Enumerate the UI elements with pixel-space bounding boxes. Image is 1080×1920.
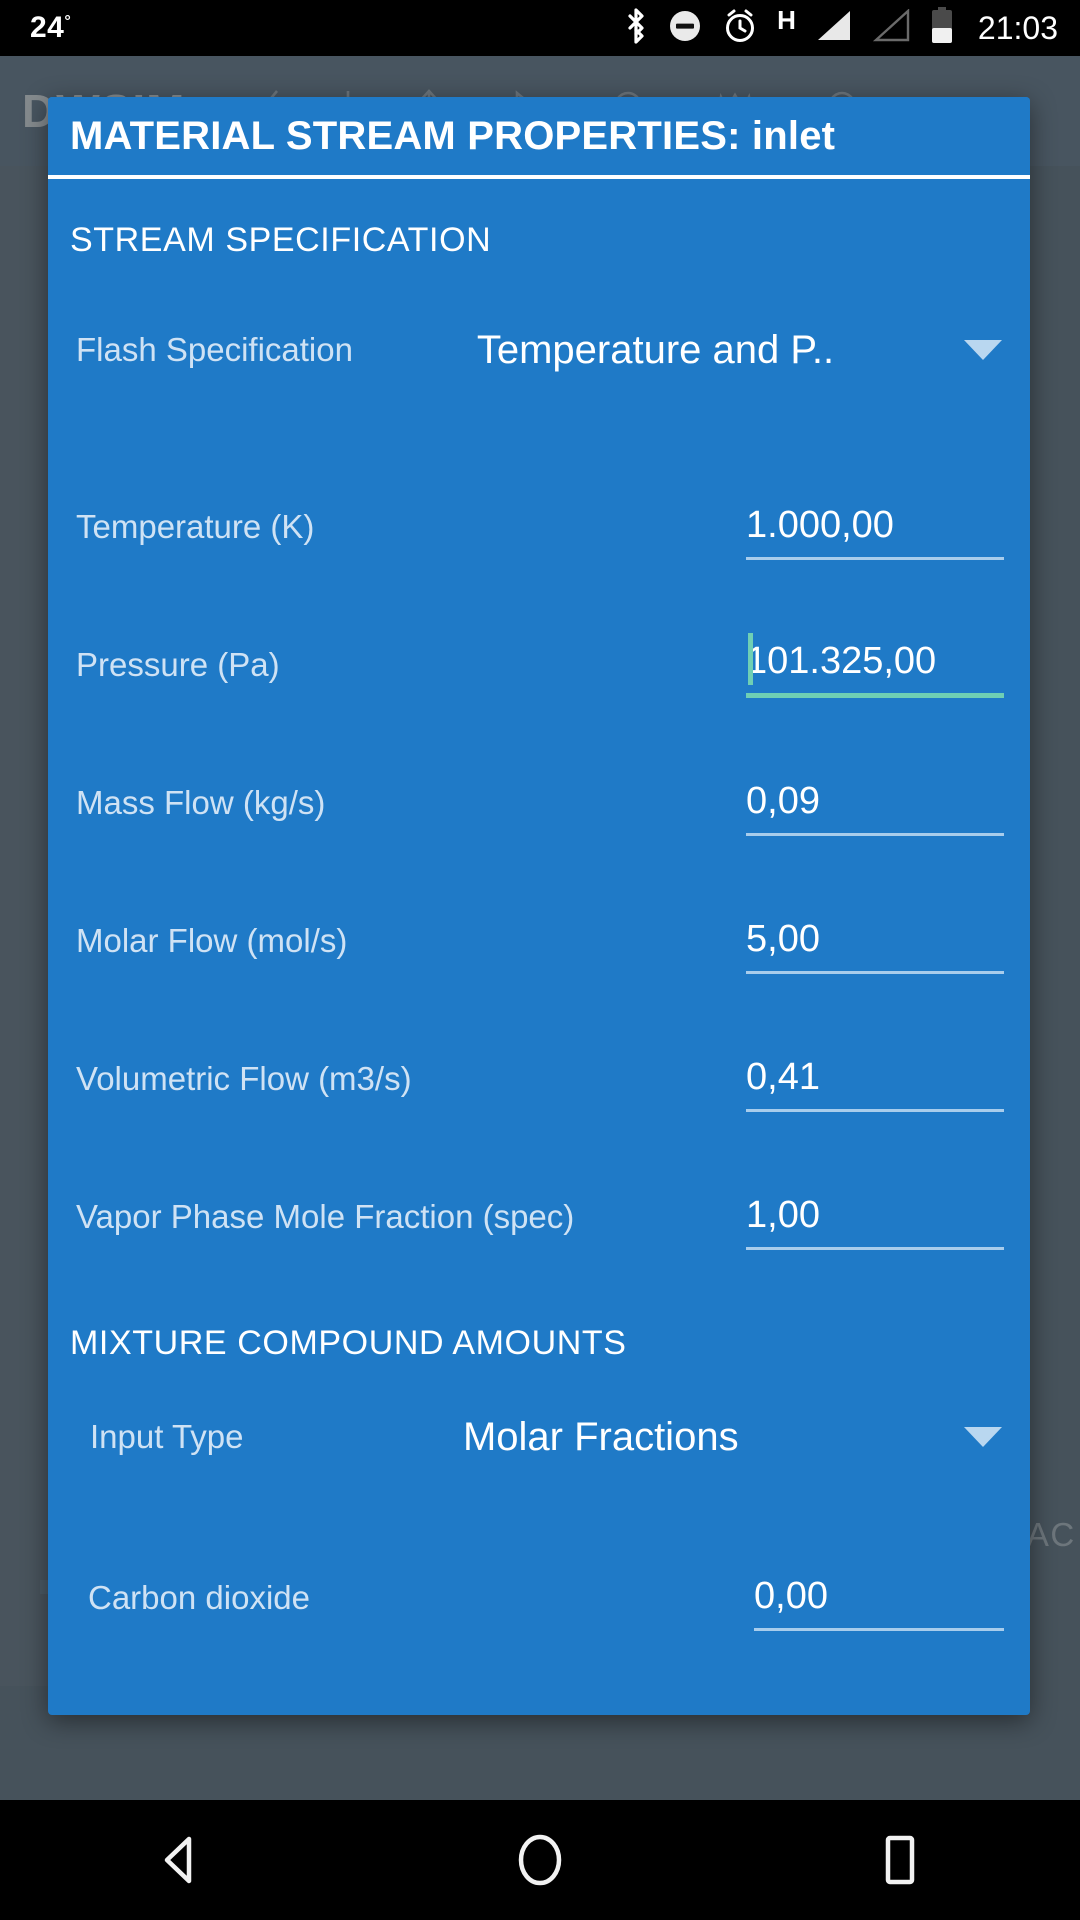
mass-flow-label: Mass Flow (kg/s): [76, 784, 326, 821]
compound-label-carbon-dioxide: Carbon dioxide: [88, 1579, 310, 1616]
pressure-label: Pressure (Pa): [76, 646, 280, 683]
signal-bar-icon: [814, 9, 854, 48]
do-not-disturb-icon: [667, 8, 703, 49]
status-bar: 24° H 21:03: [0, 0, 1080, 56]
bluetooth-icon: [623, 7, 649, 50]
flash-specification-row[interactable]: Flash Specification Temperature and P..: [48, 294, 1030, 406]
phone-screen: 24° H 21:03 MATERIAL STREAM PROPERTIES: …: [0, 0, 1080, 1920]
volumetric-flow-row[interactable]: Volumetric Flow (m3/s) 0,41: [48, 992, 1030, 1112]
input-type-row[interactable]: Input Type Molar Fractions: [48, 1381, 1030, 1493]
section-heading-stream-specification: STREAM SPECIFICATION: [70, 221, 492, 259]
volumetric-flow-value: 0,41: [746, 1056, 820, 1098]
chevron-down-icon[interactable]: [958, 337, 1004, 363]
back-triangle-icon[interactable]: [145, 1825, 215, 1895]
vapor-phase-mole-fraction-row[interactable]: Vapor Phase Mole Fraction (spec) 1,00: [48, 1130, 1030, 1250]
input-type-label: Input Type: [90, 1418, 244, 1455]
compound-input-carbon-dioxide[interactable]: 0,00: [754, 1574, 1004, 1631]
molar-flow-input[interactable]: 5,00: [746, 917, 1004, 974]
input-type-value[interactable]: Molar Fractions: [244, 1415, 958, 1460]
pressure-input[interactable]: 101.325,00: [746, 633, 1004, 698]
molar-flow-value: 5,00: [746, 918, 820, 960]
vapor-phase-mole-fraction-value: 1,00: [746, 1194, 820, 1236]
mass-flow-value: 0,09: [746, 780, 820, 822]
dialog-title: MATERIAL STREAM PROPERTIES: inlet: [70, 113, 836, 158]
compound-value-carbon-dioxide: 0,00: [754, 1575, 828, 1617]
volumetric-flow-label: Volumetric Flow (m3/s): [76, 1060, 412, 1097]
volumetric-flow-input[interactable]: 0,41: [746, 1055, 1004, 1112]
mass-flow-input[interactable]: 0,09: [746, 779, 1004, 836]
signal-empty-icon: [872, 7, 912, 48]
status-icons: H 21:03: [623, 5, 1058, 50]
molar-flow-row[interactable]: Molar Flow (mol/s) 5,00: [48, 854, 1030, 974]
mass-flow-row[interactable]: Mass Flow (kg/s) 0,09: [48, 716, 1030, 836]
chevron-down-icon[interactable]: [958, 1424, 1004, 1450]
compound-row-carbon-dioxide[interactable]: Carbon dioxide 0,00: [48, 1511, 1030, 1631]
temperature-value: 1.000,00: [746, 504, 894, 546]
android-navigation-bar: [0, 1800, 1080, 1920]
status-clock: 21:03: [977, 9, 1058, 46]
home-circle-icon[interactable]: [505, 1825, 575, 1895]
molar-flow-label: Molar Flow (mol/s): [76, 922, 348, 959]
pressure-row[interactable]: Pressure (Pa) 101.325,00: [48, 578, 1030, 698]
dialog-header: MATERIAL STREAM PROPERTIES: inlet: [48, 97, 1030, 179]
flash-specification-label: Flash Specification: [76, 331, 353, 368]
section-heading-mixture-compound-amounts: MIXTURE COMPOUND AMOUNTS: [70, 1324, 627, 1362]
vapor-phase-mole-fraction-label: Vapor Phase Mole Fraction (spec): [76, 1198, 575, 1235]
temperature-row[interactable]: Temperature (K) 1.000,00: [48, 440, 1030, 560]
battery-icon: [930, 6, 954, 50]
compound-row-hydrogen[interactable]: Hydrogen 0,00: [48, 1665, 1030, 1711]
pressure-value: 101.325,00: [746, 640, 937, 682]
material-stream-properties-dialog: MATERIAL STREAM PROPERTIES: inlet STREAM…: [48, 97, 1030, 1715]
vapor-phase-mole-fraction-input[interactable]: 1,00: [746, 1193, 1004, 1250]
status-temperature: 24°: [30, 11, 72, 44]
hspa-network-icon: H: [777, 5, 796, 35]
flash-specification-value[interactable]: Temperature and P..: [353, 328, 958, 373]
temperature-input[interactable]: 1.000,00: [746, 503, 1004, 560]
text-cursor: [748, 633, 753, 685]
alarm-icon: [721, 7, 759, 50]
dialog-body[interactable]: STREAM SPECIFICATION Flash Specification…: [48, 179, 1030, 1711]
temperature-label: Temperature (K): [76, 508, 315, 545]
recents-square-icon[interactable]: [865, 1825, 935, 1895]
